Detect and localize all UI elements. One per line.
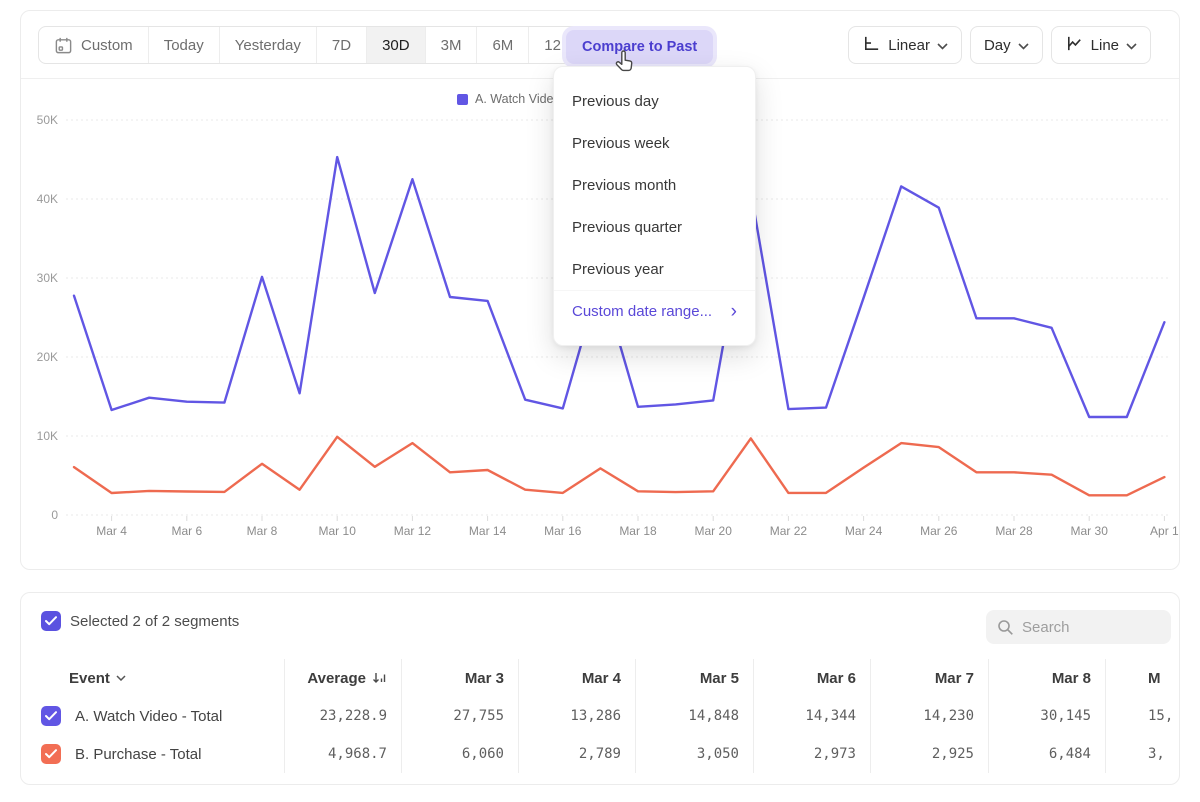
value-cell: 4,968.7: [285, 735, 402, 773]
linear-axis-icon: [862, 34, 881, 57]
value-cell: 3,: [1106, 735, 1180, 773]
event-cell: B. Purchase - Total: [21, 735, 285, 773]
table-row-b-purchase-total: B. Purchase - Total 4,968.76,0602,7893,05…: [21, 735, 1180, 773]
menu-item-previous-year[interactable]: Previous year: [554, 248, 755, 290]
value-cell: 3,050: [636, 735, 754, 773]
value-cell: 15,: [1106, 697, 1180, 735]
menu-item-label: Custom date range...: [572, 303, 712, 320]
menu-item-previous-week[interactable]: Previous week: [554, 122, 755, 164]
date-range-yesterday[interactable]: Yesterday: [219, 27, 316, 63]
dashboard-page: CustomTodayYesterday7D30D3M6M12M Compare…: [0, 0, 1200, 802]
menu-item-previous-day[interactable]: Previous day: [554, 80, 755, 122]
segment-name: B. Purchase - Total: [75, 746, 201, 763]
column-header-m[interactable]: M: [1106, 659, 1180, 697]
column-header-label: Mar 5: [700, 670, 739, 687]
select-all-checkbox[interactable]: [41, 611, 61, 631]
column-header-label: Mar 6: [817, 670, 856, 687]
date-range-6m[interactable]: 6M: [476, 27, 528, 63]
date-range-label: 7D: [332, 37, 351, 54]
value-cell: 14,848: [636, 697, 754, 735]
chevron-down-icon: [116, 675, 126, 681]
date-range-custom[interactable]: Custom: [39, 27, 148, 63]
calendar-icon: [54, 36, 73, 55]
date-range-label: 3M: [441, 37, 462, 54]
search-icon: [997, 619, 1014, 636]
column-header-label: Mar 3: [465, 670, 504, 687]
column-header-label: Mar 8: [1052, 670, 1091, 687]
interval-label: Day: [984, 37, 1011, 54]
segments-summary-row: Selected 2 of 2 segments: [41, 611, 239, 631]
menu-item-label: Previous day: [572, 93, 659, 110]
chart-controls: Linear Day: [848, 26, 1151, 64]
column-header-label: M: [1148, 670, 1161, 687]
date-range-label: Yesterday: [235, 37, 301, 54]
value-cell: 2,925: [871, 735, 989, 773]
column-header-mar-4[interactable]: Mar 4: [519, 659, 636, 697]
menu-item-label: Previous month: [572, 177, 676, 194]
compare-menu: Previous day Previous week Previous month P…: [553, 66, 756, 346]
segments-summary-label: Selected 2 of 2 segments: [70, 613, 239, 630]
segments-table: Event Average Mar 3 Mar 4 Mar 5 Mar 6 Mar 7 Mar…: [21, 659, 1180, 773]
menu-item-label: Previous week: [572, 135, 670, 152]
column-header-average[interactable]: Average: [285, 659, 402, 697]
value-cell: 13,286: [519, 697, 636, 735]
value-cell: 14,344: [754, 697, 871, 735]
menu-item-previous-quarter[interactable]: Previous quarter: [554, 206, 755, 248]
interval-dropdown-button[interactable]: Day: [970, 26, 1043, 64]
column-header-mar-7[interactable]: Mar 7: [871, 659, 989, 697]
date-range-label: 30D: [382, 37, 410, 54]
date-range-label: Custom: [81, 37, 133, 54]
value-cell: 30,145: [989, 697, 1106, 735]
date-range-today[interactable]: Today: [148, 27, 219, 63]
date-range-7d[interactable]: 7D: [316, 27, 366, 63]
chevron-down-icon: [937, 37, 948, 54]
segment-checkbox[interactable]: [41, 744, 61, 764]
column-header-mar-6[interactable]: Mar 6: [754, 659, 871, 697]
column-header-label: Event: [69, 670, 110, 687]
chart-type-dropdown-button[interactable]: Line: [1051, 26, 1151, 64]
column-header-label: Average: [307, 670, 366, 687]
segment-checkbox[interactable]: [41, 706, 61, 726]
column-header-mar-5[interactable]: Mar 5: [636, 659, 754, 697]
value-cell: 23,228.9: [285, 697, 402, 735]
menu-item-previous-month[interactable]: Previous month: [554, 164, 755, 206]
chart-type-label: Line: [1091, 37, 1119, 54]
compare-to-past-button[interactable]: Compare to Past: [566, 30, 713, 64]
date-range-30d[interactable]: 30D: [366, 27, 425, 63]
menu-item-label: Previous year: [572, 261, 664, 278]
column-header-event[interactable]: Event: [21, 659, 285, 697]
legend-swatch-watch-video: [457, 94, 468, 105]
menu-item-label: Previous quarter: [572, 219, 682, 236]
value-cell: 27,755: [402, 697, 519, 735]
value-cell: 6,060: [402, 735, 519, 773]
sort-descending-icon: [372, 671, 387, 685]
value-cell: 14,230: [871, 697, 989, 735]
date-range-label: Today: [164, 37, 204, 54]
column-header-label: Mar 4: [582, 670, 621, 687]
segments-card: Selected 2 of 2 segments Event Average Mar…: [20, 592, 1180, 785]
column-header-label: Mar 7: [935, 670, 974, 687]
scale-label: Linear: [888, 37, 930, 54]
column-header-mar-3[interactable]: Mar 3: [402, 659, 519, 697]
table-row-a-watch-video-total: A. Watch Video - Total 23,228.927,75513,2…: [21, 697, 1180, 735]
scale-dropdown-button[interactable]: Linear: [848, 26, 962, 64]
value-cell: 2,973: [754, 735, 871, 773]
date-range-label: 6M: [492, 37, 513, 54]
menu-item-custom-date-range[interactable]: Custom date range... ›: [554, 290, 755, 332]
date-range-group: CustomTodayYesterday7D30D3M6M12M: [38, 26, 589, 64]
line-chart-icon: [1065, 34, 1084, 57]
value-cell: 6,484: [989, 735, 1106, 773]
event-cell: A. Watch Video - Total: [21, 697, 285, 735]
chevron-right-icon: ›: [731, 302, 737, 321]
value-cell: 2,789: [519, 735, 636, 773]
chevron-down-icon: [1018, 37, 1029, 54]
table-header-row: Event Average Mar 3 Mar 4 Mar 5 Mar 6 Mar 7 Mar…: [21, 659, 1180, 697]
chevron-down-icon: [1126, 37, 1137, 54]
date-range-3m[interactable]: 3M: [425, 27, 477, 63]
column-header-mar-8[interactable]: Mar 8: [989, 659, 1106, 697]
segment-name: A. Watch Video - Total: [75, 708, 222, 725]
search-box: [986, 610, 1171, 644]
